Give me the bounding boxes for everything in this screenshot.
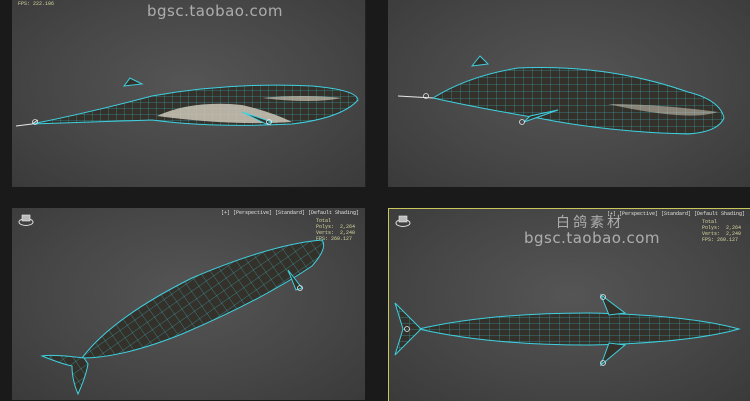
whale-wireframe-three-quarter[interactable] <box>388 0 750 187</box>
whale-wireframe-top[interactable] <box>389 209 750 401</box>
viewport-top-right[interactable] <box>388 0 750 187</box>
viewport-bottom-left[interactable]: [+] [Perspective] [Standard] [Default Sh… <box>12 208 365 400</box>
viewport-top-left[interactable]: FPS: 222.106 <box>12 0 366 187</box>
whale-wireframe-diagonal[interactable] <box>12 208 365 400</box>
viewport-bottom-right[interactable]: [+] [Perspective] [Standard] [Default Sh… <box>388 208 750 401</box>
whale-wireframe-side[interactable] <box>12 0 365 187</box>
